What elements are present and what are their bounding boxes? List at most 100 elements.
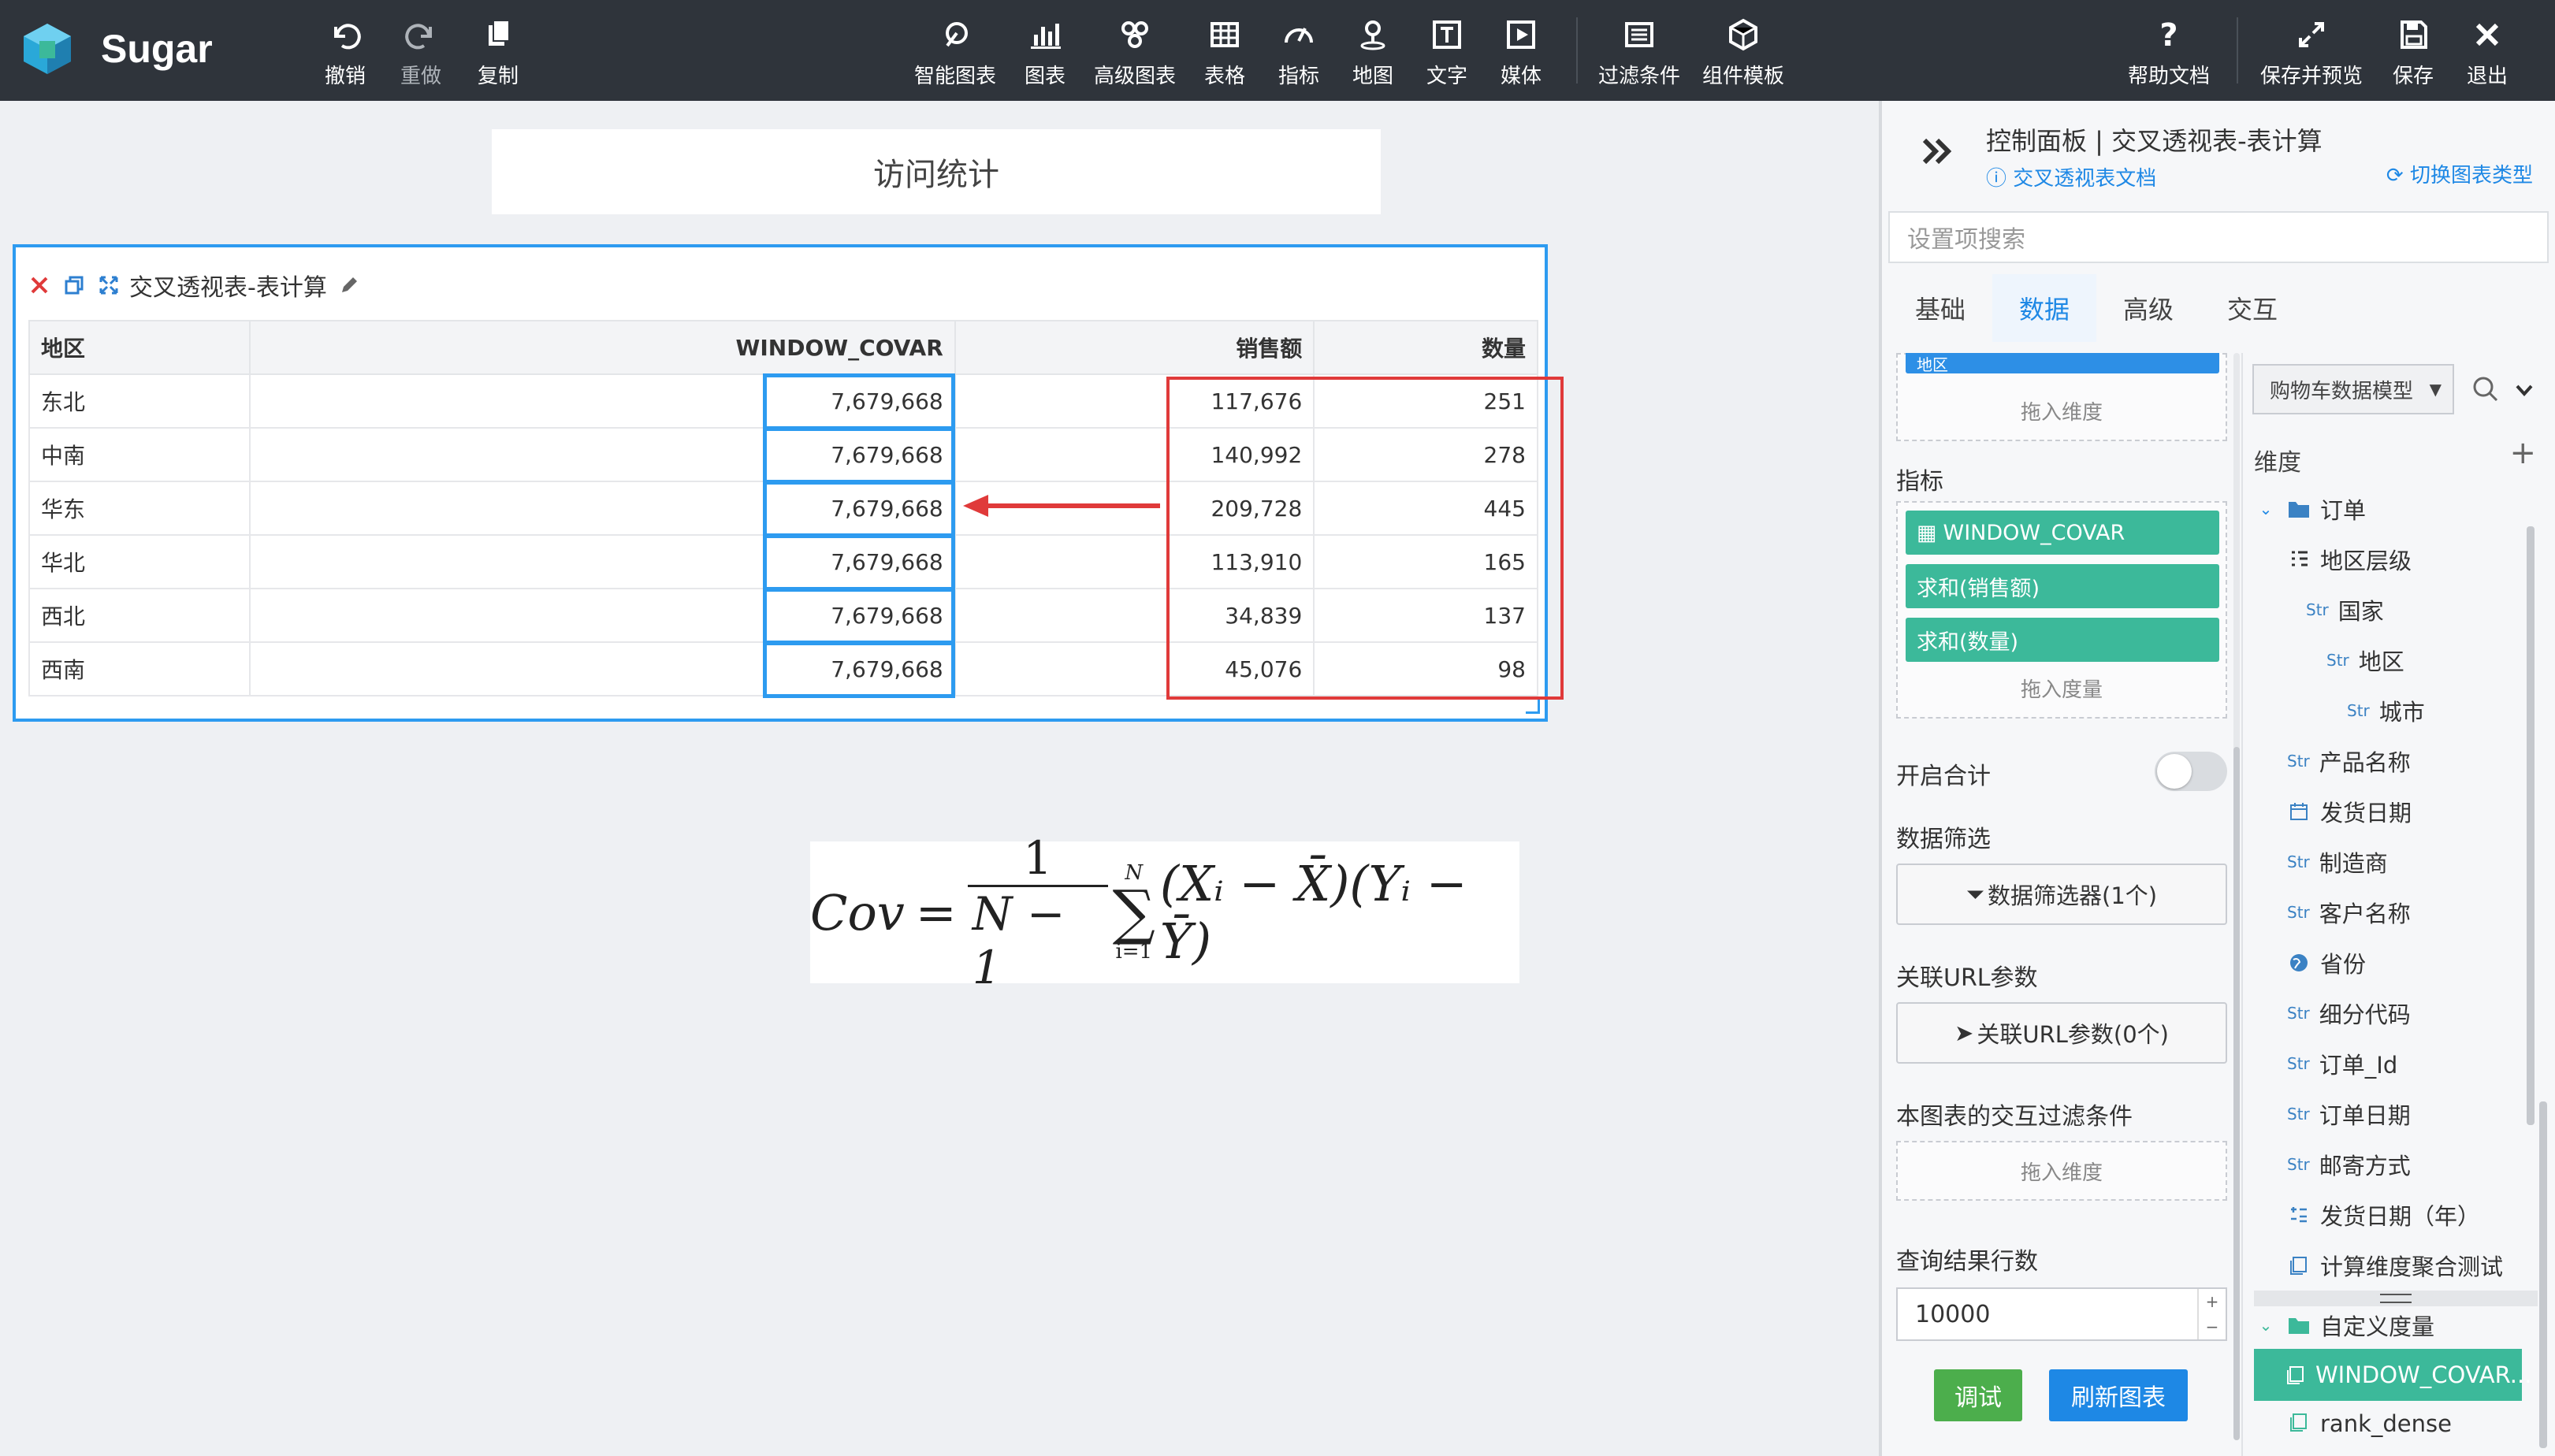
highlight-box bbox=[763, 588, 955, 644]
smart-chart-icon bbox=[935, 14, 976, 55]
metric-chip[interactable]: ▦ WINDOW_COVAR bbox=[1906, 511, 2219, 555]
doc-link[interactable]: ⓘ 交叉透视表文档 bbox=[1986, 162, 2156, 191]
resize-handle[interactable] bbox=[1526, 700, 1540, 714]
help-button[interactable]: ? 帮助文档 bbox=[2128, 14, 2210, 93]
column-header[interactable]: 地区 bbox=[28, 320, 251, 375]
media-button[interactable]: 媒体 bbox=[1501, 14, 1542, 93]
highlight-box bbox=[763, 373, 955, 430]
duplicate-icon[interactable] bbox=[60, 271, 88, 299]
refresh-chart-button[interactable]: 刷新图表 bbox=[2049, 1369, 2188, 1421]
table-button[interactable]: 表格 bbox=[1204, 14, 1245, 93]
filter-button[interactable]: 过滤条件 bbox=[1598, 14, 1680, 93]
table-cell: 东北 bbox=[28, 373, 251, 429]
exit-button[interactable]: 退出 bbox=[2467, 14, 2508, 93]
control-panel: 控制面板 | 交叉透视表-表计算 ⓘ 交叉透视表文档 ⟳ 切换图表类型 设置项搜… bbox=[1879, 101, 2555, 1456]
indicator-button[interactable]: 指标 bbox=[1278, 14, 1319, 93]
panel-header: 控制面板 | 交叉透视表-表计算 ⓘ 交叉透视表文档 ⟳ 切换图表类型 bbox=[1882, 101, 2555, 213]
advanced-chart-button[interactable]: 高级图表 bbox=[1094, 14, 1176, 93]
drag-handle-icon[interactable] bbox=[2380, 1294, 2412, 1303]
measure-scrollbar-thumb[interactable] bbox=[2539, 1101, 2547, 1448]
tab-interaction[interactable]: 交互 bbox=[2200, 274, 2304, 342]
map-button[interactable]: 地图 bbox=[1352, 14, 1393, 93]
tree-folder-custom-measure[interactable]: ⌄ 自定义度量 bbox=[2254, 1303, 2434, 1347]
tab-basic[interactable]: 基础 bbox=[1888, 274, 1992, 342]
column-header[interactable]: 数量 bbox=[1313, 320, 1538, 375]
widget-header: 交叉透视表-表计算 bbox=[25, 266, 370, 304]
tree-item-ship-year[interactable]: 发货日期（年） bbox=[2287, 1193, 2480, 1237]
sugar-logo-icon bbox=[19, 20, 76, 77]
save-preview-button[interactable]: 保存并预览 bbox=[2260, 14, 2363, 93]
app-name: Sugar bbox=[101, 27, 213, 71]
panel-tabs: 基础 数据 高级 交互 bbox=[1888, 274, 2304, 342]
redo-icon bbox=[400, 14, 441, 55]
tree-item-order-date[interactable]: Str 订单日期 bbox=[2287, 1092, 2411, 1136]
undo-button[interactable]: 撤销 bbox=[325, 14, 366, 93]
switch-chart-type-link[interactable]: ⟳ 切换图表类型 bbox=[2386, 159, 2533, 188]
decrement-icon[interactable]: − bbox=[2206, 1317, 2219, 1336]
redo-button[interactable]: 重做 bbox=[400, 14, 441, 93]
tree-item-rank-dense[interactable]: rank_dense bbox=[2287, 1410, 2452, 1442]
tree-item-order-id[interactable]: Str 订单_Id bbox=[2287, 1042, 2397, 1086]
table-header-row: 地区 WINDOW_COVAR 销售额 数量 bbox=[28, 320, 1538, 375]
add-dimension-icon[interactable]: + bbox=[2509, 435, 2536, 471]
collapse-panel-icon[interactable] bbox=[1918, 132, 1956, 173]
copy-icon bbox=[478, 14, 519, 55]
fullscreen-icon[interactable] bbox=[95, 271, 123, 299]
edit-pencil-icon[interactable] bbox=[335, 271, 363, 299]
table-calc-icon: ▦ bbox=[1917, 520, 1937, 545]
tree-item-ship-mode[interactable]: Str 邮寄方式 bbox=[2287, 1142, 2411, 1187]
tab-data[interactable]: 数据 bbox=[1992, 274, 2096, 342]
tree-item-product-name[interactable]: Str 产品名称 bbox=[2287, 739, 2411, 783]
interactive-filter-dropzone[interactable]: 拖入维度 bbox=[1896, 1141, 2227, 1201]
tree-item-segment-code[interactable]: Str 细分代码 bbox=[2287, 991, 2411, 1035]
text-button[interactable]: 文字 bbox=[1426, 14, 1467, 93]
metric-chip[interactable]: 求和(销售额) bbox=[1906, 564, 2219, 608]
smart-chart-button[interactable]: 智能图表 bbox=[914, 14, 996, 93]
component-template-button[interactable]: 组件模板 bbox=[1702, 14, 1784, 93]
config-scrollbar-thumb[interactable] bbox=[2233, 747, 2240, 1440]
tab-advanced[interactable]: 高级 bbox=[2096, 274, 2200, 342]
column-header[interactable]: WINDOW_COVAR bbox=[248, 320, 956, 375]
metrics-label: 指标 bbox=[1896, 468, 1943, 496]
chevron-down-icon[interactable] bbox=[2511, 377, 2538, 407]
formula-sum: N ∑ i=1 bbox=[1113, 861, 1155, 964]
tree-item-ship-date[interactable]: 发货日期 bbox=[2287, 789, 2412, 834]
increment-icon[interactable]: + bbox=[2206, 1292, 2219, 1311]
tree-item-city[interactable]: Str 城市 bbox=[2347, 689, 2425, 733]
widget-title: 交叉透视表-表计算 bbox=[129, 274, 327, 302]
delete-icon[interactable] bbox=[25, 271, 54, 299]
url-params-button[interactable]: ➤ 关联URL参数(0个) bbox=[1896, 1002, 2227, 1064]
column-header[interactable]: 销售额 bbox=[954, 320, 1315, 375]
folder-open-icon bbox=[2287, 1313, 2311, 1337]
tree-item-customer-name[interactable]: Str 客户名称 bbox=[2287, 890, 2411, 934]
tree-item-region[interactable]: Str 地区 bbox=[2326, 638, 2404, 682]
formula-denominator: N − 1 bbox=[967, 884, 1108, 994]
search-icon[interactable] bbox=[2470, 373, 2501, 408]
chart-button[interactable]: 图表 bbox=[1025, 14, 1066, 93]
dimension-header: 维度 bbox=[2254, 449, 2301, 477]
settings-search-input[interactable]: 设置项搜索 bbox=[1888, 211, 2549, 263]
tree-item-calc-dimension[interactable]: 计算维度聚合测试 bbox=[2287, 1243, 2503, 1287]
hierarchy-icon bbox=[2287, 548, 2311, 571]
tree-item-province[interactable]: 省份 bbox=[2287, 941, 2366, 985]
data-filter-button[interactable]: ⏷ 数据筛选器(1个) bbox=[1896, 864, 2227, 925]
result-rows-input[interactable]: 10000 + − bbox=[1896, 1287, 2227, 1341]
data-model-select[interactable]: 购物车数据模型 ▼ bbox=[2252, 364, 2454, 414]
copy-button[interactable]: 复制 bbox=[478, 14, 519, 93]
total-toggle[interactable] bbox=[2155, 752, 2227, 791]
tree-item-region-hierarchy[interactable]: 地区层级 bbox=[2287, 537, 2412, 581]
tree-item-country[interactable]: Str 国家 bbox=[2306, 588, 2384, 632]
tree-folder-order[interactable]: ⌄ 订单 bbox=[2254, 487, 2366, 531]
metric-chip[interactable]: 求和(数量) bbox=[1906, 618, 2219, 662]
save-button[interactable]: 保存 bbox=[2393, 14, 2434, 93]
tree-item-window-covar[interactable]: WINDOW_COVAR... bbox=[2254, 1349, 2531, 1401]
dimension-chip[interactable]: 地区 bbox=[1906, 353, 2219, 373]
tree-item-manufacturer[interactable]: Str 制造商 bbox=[2287, 840, 2388, 884]
red-arrow-icon bbox=[963, 495, 1160, 517]
page-title[interactable]: 访问统计 bbox=[492, 129, 1381, 214]
debug-button[interactable]: 调试 bbox=[1934, 1369, 2022, 1421]
number-stepper[interactable]: + − bbox=[2197, 1289, 2226, 1339]
highlight-box bbox=[763, 534, 955, 591]
panel-title: 控制面板 | 交叉透视表-表计算 bbox=[1986, 126, 2323, 156]
tree-scrollbar-thumb[interactable] bbox=[2527, 526, 2535, 1125]
